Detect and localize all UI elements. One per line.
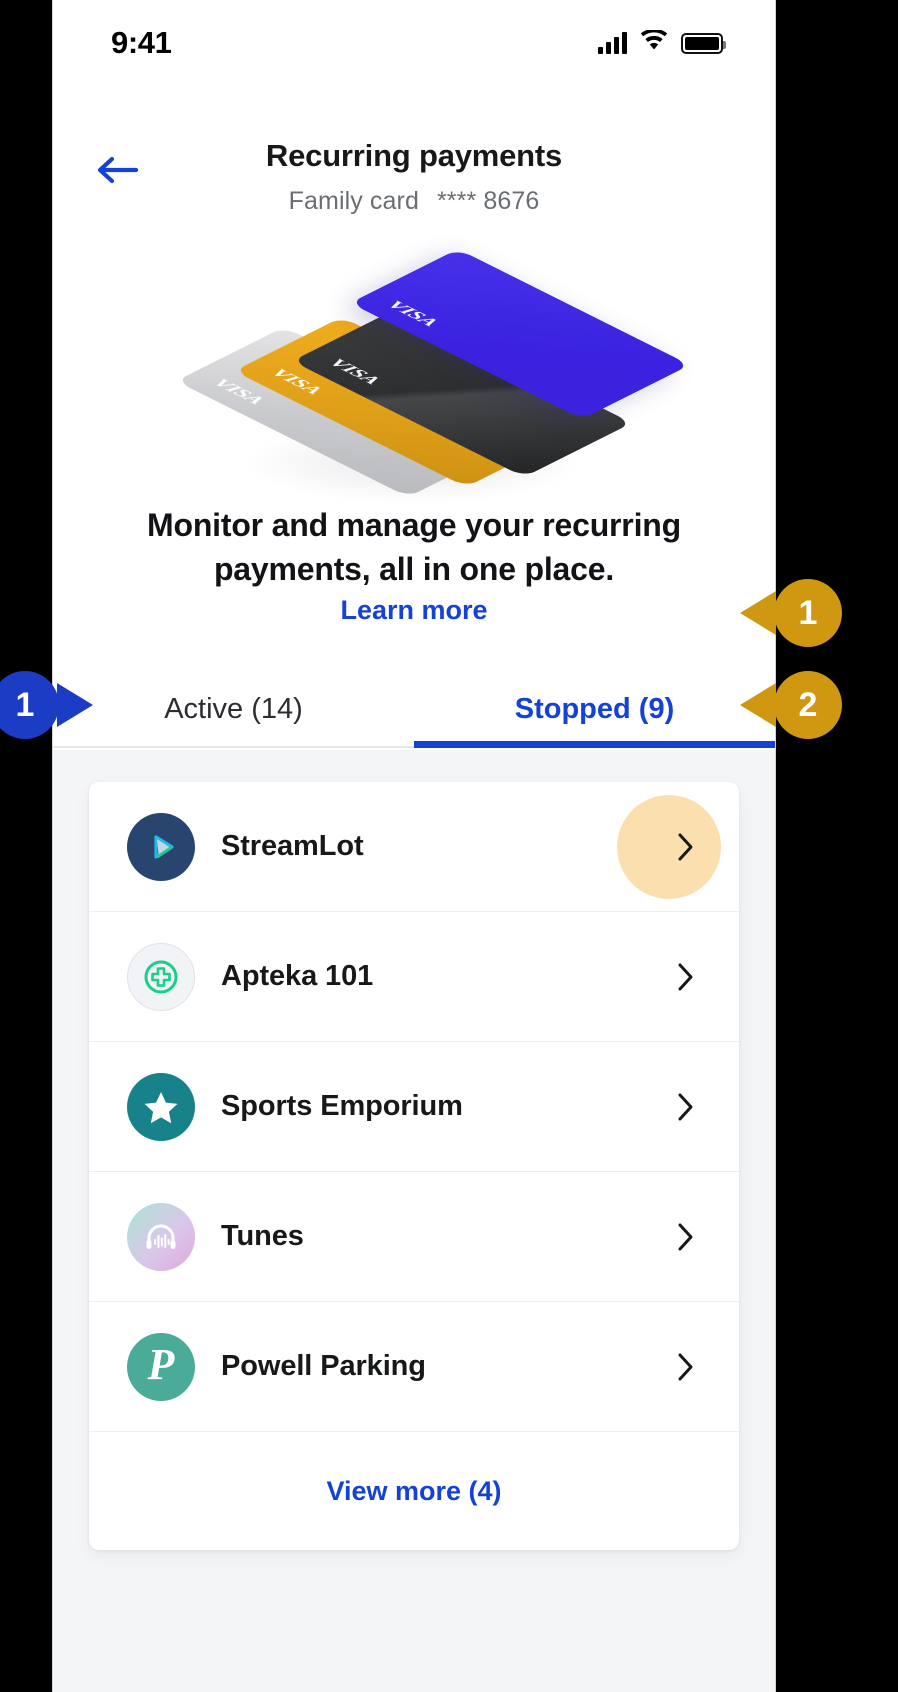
tab-stopped[interactable]: Stopped (9)	[414, 672, 775, 748]
battery-full-icon	[681, 32, 726, 54]
letter-p-icon: P	[127, 1332, 195, 1401]
card-name: Family card	[288, 187, 419, 215]
annotation-marker-gold-2: 2	[774, 671, 842, 739]
subscriptions-list: StreamLot Apteka 101 Sports Emporium Tun…	[89, 782, 739, 1550]
card-subtitle: Family card **** 8676	[53, 187, 775, 216]
annotation-marker-blue-1: 1	[0, 671, 59, 739]
status-time: 9:41	[111, 25, 172, 60]
subscriptions-panel: StreamLot Apteka 101 Sports Emporium Tun…	[53, 750, 775, 1692]
phone-viewport: 9:41 Recurring payments Family card ****…	[52, 0, 776, 1692]
learn-more-link[interactable]: Learn more	[53, 595, 775, 626]
chevron-right-icon[interactable]	[669, 1220, 703, 1254]
table-row[interactable]: P Powell Parking	[89, 1302, 739, 1432]
chevron-right-icon[interactable]	[669, 960, 703, 994]
pharmacy-cross-icon	[127, 942, 195, 1011]
table-row[interactable]: StreamLot	[89, 782, 739, 912]
streamlot-play-icon	[127, 812, 195, 881]
view-more-button[interactable]: View more (4)	[89, 1432, 739, 1550]
star-icon	[127, 1072, 195, 1141]
page-title: Recurring payments	[265, 138, 563, 173]
hero-illustration: VISA VISA VISA VISA	[53, 243, 775, 503]
card-mask: **** 8676	[436, 187, 540, 215]
cellular-signal-icon	[598, 32, 627, 54]
annotation-marker-gold-1: 1	[774, 579, 842, 647]
tab-active[interactable]: Active (14)	[53, 672, 414, 746]
letter-p-glyph: P	[147, 1339, 175, 1389]
back-button[interactable]	[91, 150, 145, 190]
back-arrow-icon	[97, 156, 139, 184]
merchant-name: StreamLot	[221, 830, 364, 862]
chevron-right-icon[interactable]	[669, 1350, 703, 1384]
table-row[interactable]: Sports Emporium	[89, 1042, 739, 1172]
merchant-name: Powell Parking	[221, 1350, 426, 1382]
merchant-name: Sports Emporium	[221, 1090, 463, 1122]
wifi-icon	[640, 28, 668, 57]
status-icons	[598, 28, 726, 57]
chevron-right-icon[interactable]	[669, 830, 703, 864]
hero-headline: Monitor and manage your recurring paymen…	[147, 507, 681, 587]
table-row[interactable]: Apteka 101	[89, 912, 739, 1042]
page-header: Recurring payments Family card **** 8676	[53, 132, 775, 242]
stacked-visa-cards-illustration: VISA VISA VISA VISA	[175, 243, 691, 503]
chevron-right-icon[interactable]	[669, 1090, 703, 1124]
status-bar: 9:41	[53, 0, 775, 86]
screenshot-root: 9:41 Recurring payments Family card ****…	[0, 0, 898, 1692]
tab-bar: Active (14) Stopped (9)	[53, 672, 775, 748]
merchant-name: Apteka 101	[221, 960, 374, 992]
headphones-icon	[127, 1202, 195, 1271]
table-row[interactable]: Tunes	[89, 1172, 739, 1302]
merchant-name: Tunes	[221, 1220, 304, 1252]
